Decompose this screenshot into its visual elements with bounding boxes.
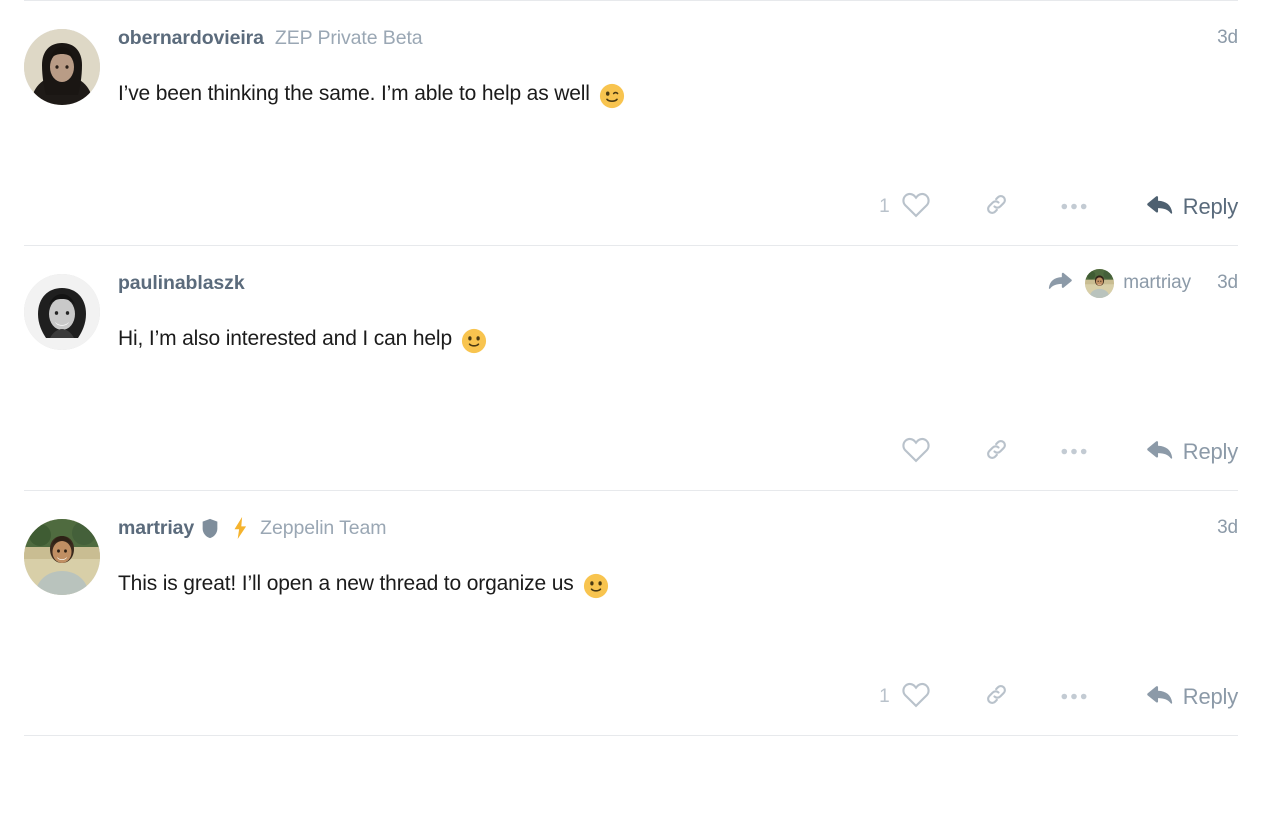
comment-thread: obernardovieira ZEP Private Beta 3d I’ve be… [0, 0, 1262, 736]
post-action-bar: 1 Reply [879, 190, 1238, 223]
like-count: 1 [879, 685, 890, 707]
reply-button[interactable]: Reply [1146, 438, 1238, 466]
more-options-button[interactable] [1060, 443, 1088, 461]
winking-face-emoji [599, 83, 625, 109]
link-chain-icon [983, 436, 1010, 468]
like-button[interactable] [901, 435, 931, 468]
heart-outline-icon [901, 435, 931, 468]
link-chain-icon [983, 191, 1010, 223]
post-author-username[interactable]: paulinablaszk [118, 272, 245, 295]
ellipsis-icon [1060, 688, 1088, 706]
post-message: I’ve been thinking the same. I’m able to… [118, 80, 1238, 109]
like-button[interactable]: 1 [879, 190, 931, 223]
post-action-bar: 1 Reply [879, 680, 1238, 713]
reply-to-username[interactable]: martriay [1123, 272, 1191, 294]
post-timestamp: 3d [1217, 272, 1238, 293]
post-message: Hi, I’m also interested and I can help [118, 325, 1238, 354]
shield-icon [201, 518, 219, 539]
more-options-button[interactable] [1060, 198, 1088, 216]
post-header: paulinablaszk martriay 3d [118, 268, 1238, 298]
post-header-right: 3d [1217, 23, 1238, 53]
reply-button[interactable]: Reply [1146, 193, 1238, 221]
post-timestamp: 3d [1217, 517, 1238, 538]
copy-link-button[interactable] [983, 681, 1010, 713]
post-message: This is great! I’ll open a new thread to… [118, 570, 1238, 599]
comment-post: obernardovieira ZEP Private Beta 3d I’ve be… [0, 1, 1262, 245]
heart-outline-icon [901, 680, 931, 713]
reply-arrow-icon [1146, 683, 1173, 711]
post-divider [24, 735, 1238, 736]
post-author-username[interactable]: obernardovieira [118, 27, 264, 50]
post-author-avatar[interactable] [24, 519, 100, 595]
post-message-text: Hi, I’m also interested and I can help [118, 327, 452, 350]
slightly-smiling-face-emoji [583, 573, 609, 599]
forward-arrow-icon [1048, 270, 1073, 296]
post-author-avatar[interactable] [24, 29, 100, 105]
post-author-affiliation: Zeppelin Team [260, 516, 387, 539]
post-header: obernardovieira ZEP Private Beta 3d [118, 23, 1238, 53]
copy-link-button[interactable] [983, 191, 1010, 223]
reply-button-label: Reply [1182, 438, 1238, 464]
post-message-text: This is great! I’ll open a new thread to… [118, 572, 574, 595]
like-count: 1 [879, 195, 890, 217]
ellipsis-icon [1060, 443, 1088, 461]
more-options-button[interactable] [1060, 688, 1088, 706]
post-header-right: 3d [1217, 513, 1238, 543]
reply-arrow-icon [1146, 193, 1173, 221]
post-message-text: I’ve been thinking the same. I’m able to… [118, 82, 590, 105]
post-header-right: martriay 3d [1048, 268, 1238, 298]
comment-post: martriay Zeppelin Team 3d This is great! I’… [0, 491, 1262, 735]
post-action-bar: Reply [901, 435, 1238, 468]
post-header: martriay Zeppelin Team 3d [118, 513, 1238, 543]
ellipsis-icon [1060, 198, 1088, 216]
post-timestamp: 3d [1217, 27, 1238, 48]
link-chain-icon [983, 681, 1010, 713]
post-author-avatar[interactable] [24, 274, 100, 350]
copy-link-button[interactable] [983, 436, 1010, 468]
reply-to-avatar [1085, 268, 1115, 298]
reply-arrow-icon [1146, 438, 1173, 466]
post-author-affiliation: ZEP Private Beta [274, 26, 423, 49]
comment-post: paulinablaszk martriay 3d Hi, I’m also inte… [0, 246, 1262, 490]
like-button[interactable]: 1 [879, 680, 931, 713]
slightly-smiling-face-emoji [461, 328, 487, 354]
reply-button-label: Reply [1182, 193, 1238, 219]
reply-to-indicator[interactable]: martriay [1048, 268, 1191, 298]
lightning-bolt-icon [232, 516, 249, 540]
reply-button-label: Reply [1182, 683, 1238, 709]
heart-outline-icon [901, 190, 931, 223]
post-author-username[interactable]: martriay [118, 517, 194, 540]
reply-button[interactable]: Reply [1146, 683, 1238, 711]
